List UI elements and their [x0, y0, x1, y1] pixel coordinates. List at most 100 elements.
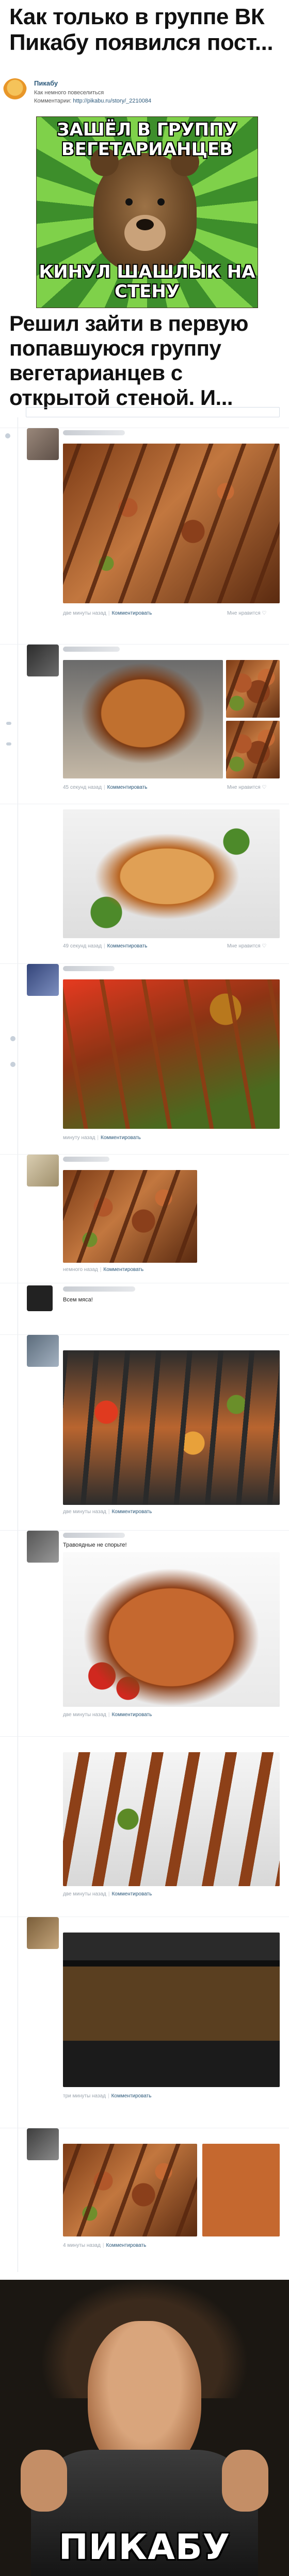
post-author[interactable] — [63, 1533, 125, 1538]
post-time[interactable]: две минуты назад — [63, 611, 106, 616]
post-meta: две минуты назад | Комментировать — [63, 1891, 152, 1897]
post-photo[interactable] — [63, 1552, 280, 1707]
bear-eye-left — [125, 198, 133, 206]
side-icon — [6, 742, 11, 745]
side-icon — [6, 722, 11, 725]
post-time[interactable]: 45 секунд назад — [63, 785, 102, 790]
post-author[interactable] — [63, 966, 115, 971]
side-dot — [10, 1062, 15, 1067]
post-photo[interactable] — [63, 979, 280, 1129]
post-avatar[interactable] — [27, 1335, 59, 1367]
author-name[interactable]: Пикабу — [34, 79, 58, 87]
meme-bottom-text: КИНУЛ ШАШЛЫК НА СТЕНУ — [39, 262, 255, 302]
post-avatar[interactable] — [27, 645, 59, 676]
subheadline: Решил зайти в первую попавшуюся группу в… — [9, 311, 248, 410]
wall-post: две минуты назад | Комментировать Мне нрав… — [0, 428, 289, 639]
like-label: Мне нравится — [227, 943, 261, 949]
comment-button[interactable]: Комментировать — [111, 1509, 152, 1515]
wall-post: минуту назад | Комментировать — [0, 963, 289, 1149]
post-photo[interactable] — [63, 1933, 280, 2087]
vk-post: Пикабу Как немного повеселиться Коммента… — [0, 77, 289, 309]
post-text: Травоядные не спорьте! — [63, 1542, 127, 1548]
post-meta: минуту назад | Комментировать — [63, 1135, 141, 1141]
comment-button[interactable]: Комментировать — [107, 785, 148, 790]
post-photo-main[interactable] — [63, 2144, 197, 2236]
comment-button[interactable]: Комментировать — [103, 1267, 143, 1273]
like-button[interactable]: Мне нравится ♡ — [227, 611, 266, 616]
meme-hand-right — [222, 2450, 268, 2512]
post-time[interactable]: три минуты назад — [63, 2093, 106, 2099]
wall-post: Всем мяса! — [0, 1283, 289, 1330]
post-author[interactable] — [63, 1157, 109, 1162]
meme-hand-left — [21, 2450, 67, 2512]
comment-input[interactable] — [26, 407, 280, 417]
post-meta: 45 секунд назад | Комментировать — [63, 785, 148, 790]
post-time[interactable]: 4 минуты назад — [63, 2243, 101, 2248]
post-photo-main[interactable] — [63, 660, 223, 778]
post-meta: две минуты назад | Комментировать — [63, 611, 152, 616]
post-author[interactable] — [63, 1286, 135, 1292]
post-author[interactable] — [63, 647, 120, 652]
wall-post: две минуты назад | Комментировать — [0, 1736, 289, 1912]
post-avatar[interactable] — [27, 1531, 59, 1563]
comment-button[interactable]: Комментировать — [111, 2093, 152, 2099]
post-avatar[interactable] — [27, 1155, 59, 1187]
like-label: Мне нравится — [227, 611, 261, 616]
post-time[interactable]: две минуты назад — [63, 1509, 106, 1515]
wall: две минуты назад | Комментировать Мне нрав… — [0, 407, 289, 2277]
comments-link[interactable]: http://pikabu.ru/story/_2210084 — [73, 98, 151, 104]
post-photo[interactable] — [63, 809, 280, 938]
like-button[interactable]: Мне нравится ♡ — [227, 943, 266, 949]
post-photo[interactable] — [63, 1350, 280, 1505]
headline: Как только в группе ВК Пикабу появился п… — [9, 4, 274, 55]
like-label: Мне нравится — [227, 785, 261, 790]
meme-image[interactable]: ЗАШЁЛ В ГРУППУ ВЕГЕТАРИАНЦЕВ КИНУЛ ШАШЛЫ… — [36, 116, 258, 308]
post-avatar[interactable] — [27, 964, 59, 996]
post-photo-side-1[interactable] — [226, 660, 280, 718]
post-photo[interactable] — [63, 444, 280, 603]
comment-button[interactable]: Комментировать — [106, 2243, 146, 2248]
comment-button[interactable]: Комментировать — [111, 611, 152, 616]
post-text: Всем мяса! — [63, 1297, 93, 1303]
post-avatar[interactable] — [27, 1285, 53, 1311]
post-time[interactable]: немного назад — [63, 1267, 98, 1273]
bear-figure — [90, 148, 199, 272]
comment-button[interactable]: Комментировать — [111, 1891, 152, 1897]
wall-post: три минуты назад | Комментировать — [0, 1917, 289, 2123]
post-meta: немного назад | Комментировать — [63, 1267, 144, 1273]
post-avatar[interactable] — [27, 428, 59, 460]
like-button[interactable]: Мне нравится ♡ — [227, 785, 266, 790]
bear-eye-right — [157, 198, 165, 206]
comments-line: Комментарии: http://pikabu.ru/story/_221… — [34, 98, 151, 104]
bear-nose — [136, 219, 154, 230]
side-dot — [5, 433, 10, 438]
post-avatar[interactable] — [27, 1917, 59, 1949]
wall-post: 45 секунд назад | Комментировать Мне нрави… — [0, 644, 289, 799]
post-meta: три минуты назад | Комментировать — [63, 2093, 152, 2099]
heart-icon: ♡ — [262, 785, 267, 790]
post-photo-side-2[interactable] — [226, 721, 280, 778]
wall-post: 4 минуты назад | Комментировать — [0, 2128, 289, 2278]
post-meta: 49 секунд назад | Комментировать — [63, 943, 148, 949]
post-avatar[interactable] — [27, 2128, 59, 2160]
post-time[interactable]: две минуты назад — [63, 1891, 106, 1897]
heart-icon: ♡ — [262, 611, 267, 616]
bottom-meme-caption: ПИКАБУ — [58, 2527, 231, 2568]
comment-button[interactable]: Комментировать — [101, 1135, 141, 1141]
post-meta: две минуты назад | Комментировать — [63, 1509, 152, 1515]
comments-label: Комментарии: — [34, 98, 72, 104]
post-photo[interactable] — [63, 1170, 197, 1263]
heart-icon: ♡ — [262, 943, 267, 949]
post-photo[interactable] — [63, 1752, 280, 1886]
post-subtitle: Как немного повеселиться — [34, 90, 104, 96]
post-time[interactable]: 49 секунд назад — [63, 943, 102, 949]
post-photo-side[interactable] — [202, 2144, 280, 2236]
author-avatar[interactable] — [3, 78, 27, 102]
post-time[interactable]: две минуты назад — [63, 1712, 106, 1718]
post-author[interactable] — [63, 430, 125, 435]
wall-post: Травоядные не спорьте! две минуты назад |… — [0, 1530, 289, 1726]
comment-button[interactable]: Комментировать — [107, 943, 148, 949]
comment-button[interactable]: Комментировать — [111, 1712, 152, 1718]
post-time[interactable]: минуту назад — [63, 1135, 95, 1141]
bottom-meme-image[interactable]: ПИКАБУ — [0, 2280, 289, 2576]
